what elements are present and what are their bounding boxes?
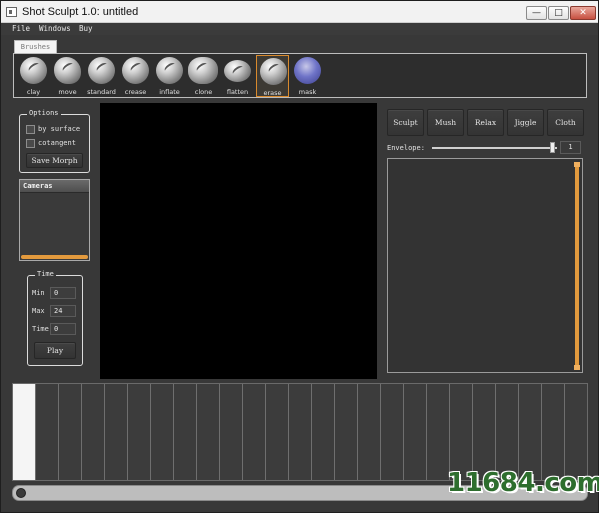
move-brush-icon — [54, 57, 81, 84]
brush-standard[interactable]: standard — [85, 55, 118, 97]
envelope-value[interactable]: 1 — [560, 141, 581, 154]
timeline-frame[interactable] — [358, 384, 381, 480]
brush-mask[interactable]: mask — [291, 55, 324, 97]
options-group: Options by surface cotangent Save Morph — [19, 109, 90, 173]
timeline-frame[interactable] — [542, 384, 565, 480]
menu-windows[interactable]: Windows — [39, 24, 71, 33]
timeline-frame[interactable] — [565, 384, 587, 480]
maximize-button[interactable]: □ — [548, 6, 569, 20]
max-field[interactable]: 24 — [50, 305, 76, 317]
timeline-frame[interactable] — [335, 384, 358, 480]
cameras-header: Cameras — [20, 180, 89, 193]
timeline-frame[interactable] — [36, 384, 59, 480]
title-bar: Shot Sculpt 1.0: untitled — □ ✕ — [1, 1, 598, 23]
timeline-frame[interactable] — [151, 384, 174, 480]
timeline-frame[interactable] — [312, 384, 335, 480]
timeline-frame[interactable] — [128, 384, 151, 480]
time-label: Time — [32, 325, 49, 333]
crease-brush-icon — [122, 57, 149, 84]
timeline-frame[interactable] — [82, 384, 105, 480]
cloth-button[interactable]: Cloth — [547, 109, 584, 136]
brush-label: flatten — [226, 88, 249, 96]
close-button[interactable]: ✕ — [570, 6, 596, 20]
menu-buy[interactable]: Buy — [79, 24, 93, 33]
brush-clone[interactable]: clone — [187, 55, 220, 97]
timeline-frame[interactable] — [220, 384, 243, 480]
timeline[interactable] — [12, 383, 588, 481]
timeline-frame[interactable] — [174, 384, 197, 480]
timeline-scroll-knob[interactable] — [16, 488, 26, 498]
timeline-frame[interactable] — [266, 384, 289, 480]
by-surface-label: by surface — [38, 125, 81, 133]
clay-brush-icon — [20, 57, 47, 84]
brush-clay[interactable]: clay — [17, 55, 50, 97]
options-title: Options — [27, 109, 61, 117]
timeline-frame[interactable] — [450, 384, 473, 480]
envelope-slider-handle[interactable] — [550, 142, 555, 153]
min-label: Min — [32, 289, 45, 297]
tool-settings-panel — [387, 158, 583, 373]
clone-brush-icon — [188, 57, 218, 84]
min-field[interactable]: 0 — [50, 287, 76, 299]
envelope-slider-track[interactable] — [432, 147, 557, 149]
brush-inflate[interactable]: inflate — [153, 55, 186, 97]
timeline-frame[interactable] — [105, 384, 128, 480]
standard-brush-icon — [88, 57, 115, 84]
menu-file[interactable]: File — [12, 24, 30, 33]
window-title: Shot Sculpt 1.0: untitled — [22, 6, 139, 18]
time-group: Time Min 0 Max 24 Time 0 Play — [27, 270, 83, 366]
mask-brush-icon — [294, 57, 321, 84]
by-surface-checkbox[interactable] — [26, 125, 35, 134]
timeline-frame[interactable] — [59, 384, 82, 480]
brush-palette: clay move standard crease inflate clone … — [13, 53, 587, 98]
timeline-frame[interactable] — [473, 384, 496, 480]
timeline-frame[interactable] — [243, 384, 266, 480]
cameras-scrollbar[interactable] — [21, 255, 88, 259]
timeline-frame[interactable] — [197, 384, 220, 480]
max-label: Max — [32, 307, 45, 315]
relax-button[interactable]: Relax — [467, 109, 504, 136]
timeline-frame[interactable] — [427, 384, 450, 480]
brush-move[interactable]: move — [51, 55, 84, 97]
timeline-frame[interactable] — [496, 384, 519, 480]
3d-viewport[interactable] — [100, 103, 377, 379]
timeline-frame[interactable] — [289, 384, 312, 480]
flatten-brush-icon — [224, 60, 251, 82]
time-field[interactable]: 0 — [50, 323, 76, 335]
save-morph-button[interactable]: Save Morph — [26, 153, 83, 168]
brush-flatten[interactable]: flatten — [221, 55, 254, 97]
tool-settings-scrollbar[interactable] — [574, 162, 580, 370]
cameras-panel: Cameras — [19, 179, 90, 261]
play-button[interactable]: Play — [34, 342, 76, 359]
mush-button[interactable]: Mush — [427, 109, 464, 136]
sculpt-button[interactable]: Sculpt — [387, 109, 424, 136]
brush-crease[interactable]: crease — [119, 55, 152, 97]
app-icon — [6, 7, 17, 17]
time-title: Time — [35, 270, 56, 278]
watermark-logo: 11684.com — [447, 468, 599, 498]
cotangent-label: cotangent — [38, 139, 76, 147]
timeline-frame[interactable] — [13, 384, 36, 480]
timeline-frame[interactable] — [519, 384, 542, 480]
envelope-label: Envelope: — [387, 144, 425, 152]
app-window: Shot Sculpt 1.0: untitled — □ ✕ File Win… — [0, 0, 599, 513]
tab-brushes[interactable]: Brushes — [14, 40, 57, 53]
menu-bar: File Windows Buy — [1, 23, 598, 35]
minimize-button[interactable]: — — [526, 6, 547, 20]
jiggle-button[interactable]: Jiggle — [507, 109, 544, 136]
timeline-frame[interactable] — [381, 384, 404, 480]
timeline-frame[interactable] — [404, 384, 427, 480]
inflate-brush-icon — [156, 57, 183, 84]
brush-erase[interactable]: erase — [256, 55, 289, 97]
erase-brush-icon — [260, 58, 287, 85]
brush-label: mask — [298, 88, 317, 96]
cotangent-checkbox[interactable] — [26, 139, 35, 148]
